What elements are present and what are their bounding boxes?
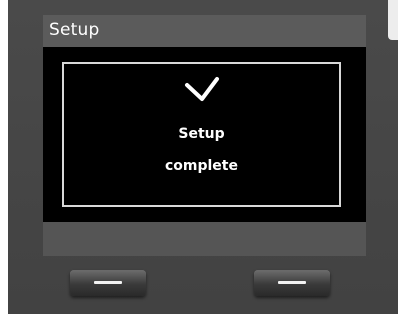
right-softkey-button[interactable] — [254, 270, 330, 296]
minus-icon — [94, 281, 122, 284]
housing-corner — [388, 0, 398, 40]
minus-icon — [278, 281, 306, 284]
left-softkey-button[interactable] — [70, 270, 146, 296]
status-message-line1: Setup — [178, 126, 225, 142]
status-message-line2: complete — [164, 158, 238, 174]
checkmark-icon — [184, 77, 219, 101]
display-area: Setup complete — [43, 47, 366, 222]
title-bar: Setup — [43, 15, 366, 47]
status-dialog: Setup complete — [62, 62, 341, 207]
handset-body: Setup Setup complete — [8, 0, 398, 314]
softkey-bar — [43, 222, 366, 256]
page-title: Setup — [49, 20, 100, 40]
